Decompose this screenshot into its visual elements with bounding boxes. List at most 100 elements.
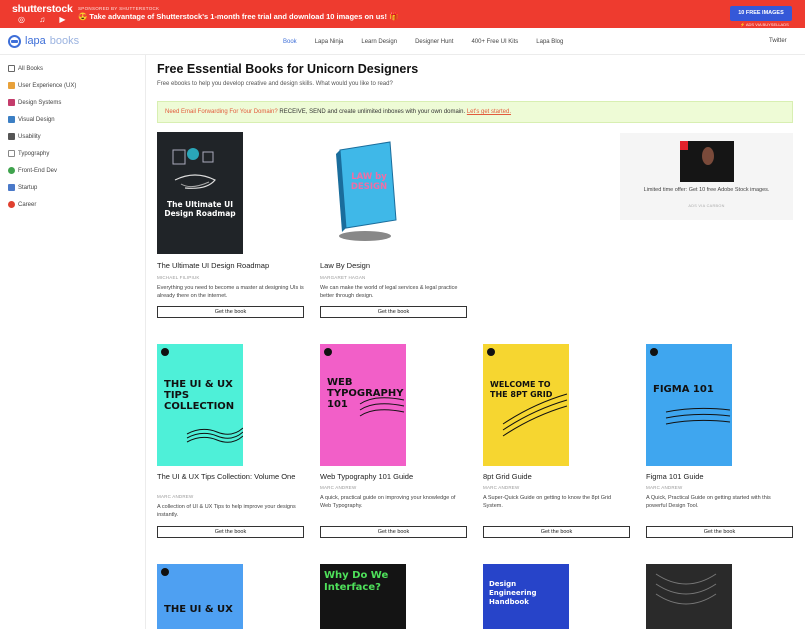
book-card: THE UI & UX TIPS COLLECTION The UI & UX … xyxy=(157,344,304,540)
sidebar-item-label: Front-End Dev xyxy=(18,167,58,174)
cover-title: Design Engineering Handbook xyxy=(489,580,537,606)
ad-message[interactable]: 😍 Take advantage of Shutterstock's 1-mon… xyxy=(78,12,398,21)
globe-icon xyxy=(8,167,15,174)
cover-title: LAW by DESIGN xyxy=(350,172,388,192)
cover-title: The Ultimate UI Design Roadmap xyxy=(164,200,236,218)
get-book-button[interactable]: Get the book xyxy=(320,526,467,538)
grid-wave-icon xyxy=(502,393,568,437)
nav-lapa-blog[interactable]: Lapa Blog xyxy=(536,39,563,45)
get-book-button[interactable]: Get the book xyxy=(157,306,304,318)
book-card: The Ultimate UI Design Roadmap The Ultim… xyxy=(157,132,304,322)
book-author: MICHAEL FILIPIUK xyxy=(157,275,200,280)
sidebar-item-all-books[interactable]: All Books xyxy=(8,65,43,72)
nav-ui-kits[interactable]: 400+ Free UI Kits xyxy=(471,39,518,45)
sidebar-item-visual-design[interactable]: Visual Design xyxy=(8,116,55,123)
book-title[interactable]: Law By Design xyxy=(320,261,467,270)
get-book-button[interactable]: Get the book xyxy=(646,526,793,538)
book-title[interactable]: Web Typography 101 Guide xyxy=(320,472,467,481)
nav-designer-hunt[interactable]: Designer Hunt xyxy=(415,39,453,45)
stock-ad-via[interactable]: ADS VIA CARBON xyxy=(620,204,793,208)
book-author: MARC ANDREW xyxy=(157,494,194,499)
book-author: MARC ANDREW xyxy=(320,485,357,490)
brand-name: lapa xyxy=(25,35,46,47)
type-icon xyxy=(8,150,15,157)
sidebar-item-label: Usability xyxy=(18,133,41,140)
nav-twitter[interactable]: Twitter xyxy=(769,38,787,44)
book-description: We can make the world of legal services … xyxy=(320,285,458,299)
badge-dot-icon xyxy=(161,568,169,576)
category-sidebar: All Books User Experience (UX) Design Sy… xyxy=(0,55,146,629)
book-description: Everything you need to become a master a… xyxy=(157,285,304,299)
book-title[interactable]: 8pt Grid Guide xyxy=(483,472,630,481)
promo-link[interactable]: Let's get started. xyxy=(467,109,511,115)
book-card: LAW by DESIGN Law By Design MARGARET HAG… xyxy=(320,132,467,322)
get-book-button[interactable]: Get the book xyxy=(157,526,304,538)
book-author: MARC ANDREW xyxy=(646,485,683,490)
book-cover[interactable]: Design Engineering Handbook xyxy=(483,564,569,629)
promo-question: Need Email Forwarding For Your Domain? xyxy=(165,109,278,115)
brand-logo[interactable]: lapa books xyxy=(8,33,79,49)
get-book-button[interactable]: Get the book xyxy=(320,306,467,318)
book-author: MARGARET HAGAN xyxy=(320,275,366,280)
get-book-button[interactable]: Get the book xyxy=(483,526,630,538)
stock-ad-image xyxy=(680,141,734,182)
nav-learn-design[interactable]: Learn Design xyxy=(361,39,397,45)
sidebar-item-label: Typography xyxy=(18,150,50,157)
nav-book[interactable]: Book xyxy=(283,39,297,45)
stock-ad[interactable]: Limited time offer: Get 10 free Adobe St… xyxy=(620,133,793,220)
main-menu: Book Lapa Ninja Learn Design Designer Hu… xyxy=(283,28,581,55)
promo-bar[interactable]: Need Email Forwarding For Your Domain? R… xyxy=(157,101,793,123)
mesh-wave-icon xyxy=(665,407,731,425)
book-cover[interactable]: THE UI & UX TIPS COLLECTION xyxy=(157,344,243,466)
free-images-button[interactable]: 10 FREE IMAGES xyxy=(730,6,792,21)
sidebar-item-label: Startup xyxy=(18,184,38,191)
page-subtitle: Free ebooks to help you develop creative… xyxy=(157,81,393,87)
wave-pattern-icon xyxy=(359,397,405,417)
sidebar-item-front-end-dev[interactable]: Front-End Dev xyxy=(8,167,57,174)
book-cover[interactable]: LAW by DESIGN xyxy=(320,132,406,254)
book-cover[interactable]: Why Do We Interface? xyxy=(320,564,406,629)
sidebar-item-career[interactable]: Career xyxy=(8,201,36,208)
grid-icon xyxy=(8,133,15,140)
palette-icon xyxy=(8,116,15,123)
rocket-icon xyxy=(8,184,15,191)
book-cover[interactable]: FIGMA 101 xyxy=(646,344,732,466)
book-author: MARC ANDREW xyxy=(483,485,520,490)
sidebar-item-ux[interactable]: User Experience (UX) xyxy=(8,82,76,89)
book-cover[interactable]: WEB TYPOGRAPHY 101 xyxy=(320,344,406,466)
book-title[interactable]: The Ultimate UI Design Roadmap xyxy=(157,261,304,270)
book-title[interactable]: The UI & UX Tips Collection: Volume One xyxy=(157,472,304,481)
ad-sponsor-label: SPONSORED BY SHUTTERSTOCK xyxy=(78,6,160,11)
book-card: WEB TYPOGRAPHY 101 Web Typography 101 Gu… xyxy=(320,344,467,540)
sidebar-item-usability[interactable]: Usability xyxy=(8,133,41,140)
pencil-icon xyxy=(8,82,15,89)
book-cover[interactable]: The Ultimate UI Design Roadmap xyxy=(157,132,243,254)
sidebar-item-typography[interactable]: Typography xyxy=(8,150,49,157)
ad-banner[interactable]: shutterstock ◎ ♫ ▶ SPONSORED BY SHUTTERS… xyxy=(0,0,805,28)
sidebar-item-label: Visual Design xyxy=(18,116,55,123)
sidebar-item-label: All Books xyxy=(18,65,44,72)
social-icons: ◎ ♫ ▶ xyxy=(18,15,72,24)
book-cover[interactable]: THE UI & UX xyxy=(157,564,243,629)
lapa-logo-icon xyxy=(8,34,21,48)
shutterstock-logo: shutterstock xyxy=(12,3,73,15)
book-description: A quick, practical guide on improving yo… xyxy=(320,495,456,509)
ad-via-label[interactable]: ⚡ ADS VIA BUYSELLADS xyxy=(740,22,789,27)
book-description: A collection of UI & UX Tips to help imp… xyxy=(157,504,296,518)
book-icon xyxy=(8,65,15,72)
book-description: A Quick, Practical Guide on getting star… xyxy=(646,495,771,509)
cover-title: Why Do We Interface? xyxy=(324,570,389,593)
page-title: Free Essential Books for Unicorn Designe… xyxy=(157,62,419,76)
book-card: WELCOME TO THE 8PT GRID 8pt Grid Guide M… xyxy=(483,344,630,540)
book-cover[interactable]: WELCOME TO THE 8PT GRID xyxy=(483,344,569,466)
portrait-icon xyxy=(702,147,714,165)
nav-lapa-ninja[interactable]: Lapa Ninja xyxy=(315,39,344,45)
cover-title: THE UI & UX xyxy=(164,604,233,615)
sidebar-item-startup[interactable]: Startup xyxy=(8,184,37,191)
book-cover[interactable] xyxy=(646,564,732,629)
book-title[interactable]: Figma 101 Guide xyxy=(646,472,793,481)
abstract-pattern-icon xyxy=(655,573,717,605)
sidebar-item-design-systems[interactable]: Design Systems xyxy=(8,99,61,106)
book-card: FIGMA 101 Figma 101 Guide MARC ANDREW A … xyxy=(646,344,793,540)
stock-ad-text[interactable]: Limited time offer: Get 10 free Adobe St… xyxy=(620,187,793,193)
